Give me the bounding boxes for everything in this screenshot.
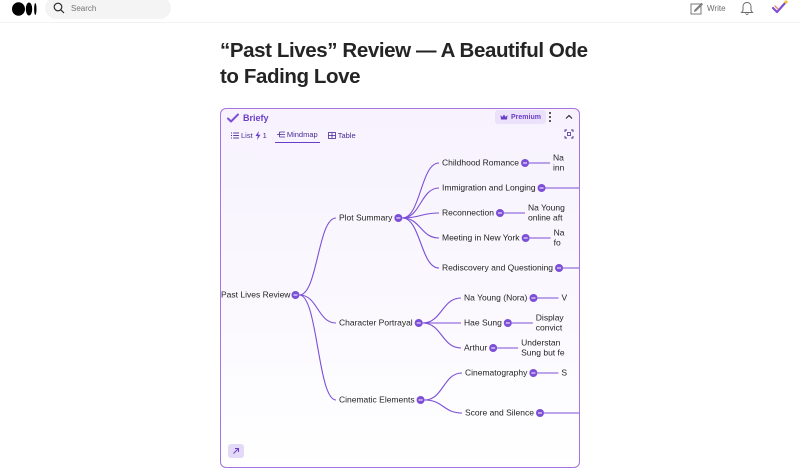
mindmap-leaf-node: Meeting in New York	[442, 232, 520, 242]
briefy-tabs: List 1 Mindmap Table	[221, 127, 579, 143]
mindmap-leaf-node: Reconnection	[442, 207, 494, 217]
tab-mindmap-label: Mindmap	[286, 130, 318, 139]
crown-icon	[500, 114, 508, 120]
briefy-brand: Briefy	[227, 113, 269, 123]
briefy-extension-icon[interactable]	[772, 0, 788, 14]
mindmap-leaf-node: Rediscovery and Questioning	[442, 262, 553, 272]
tab-list[interactable]: List 1	[229, 127, 269, 143]
briefy-brand-label: Briefy	[243, 112, 269, 123]
mindmap-detail-text: inn	[553, 162, 565, 172]
mindmap-leaf-node: Immigration and Longing	[442, 182, 536, 192]
table-icon	[327, 131, 336, 139]
write-icon	[690, 2, 703, 15]
tab-table-label: Table	[337, 130, 356, 140]
top-bar: Write	[0, 0, 800, 20]
mindmap-edge	[424, 399, 463, 414]
mindmap-branch-node: Cinematic Elements	[339, 394, 415, 404]
mindmap-detail-text: V	[561, 292, 567, 302]
mindmap-branch-node: Character Portrayal	[339, 317, 413, 327]
mindmap-detail-text: Na	[553, 152, 564, 162]
mindmap-edge	[422, 297, 462, 324]
mindmap-canvas: Past Lives Review Plot Summary Childhood R…	[221, 152, 579, 417]
mindmap-edge	[299, 217, 337, 296]
mindmap-icon	[276, 131, 285, 138]
mindmap-detail-text: Na	[554, 227, 565, 237]
list-icon	[231, 132, 239, 138]
header-divider	[0, 22, 800, 23]
mindmap-edge	[299, 294, 337, 401]
lightning-icon	[255, 130, 261, 140]
tab-table[interactable]: Table	[326, 127, 358, 143]
mindmap-edge	[402, 217, 440, 239]
write-button[interactable]: Write	[690, 2, 726, 15]
search-input[interactable]	[71, 3, 151, 13]
mindmap-leaf-node: Childhood Romance	[442, 157, 519, 167]
arrow-up-right-icon	[233, 448, 239, 454]
mindmap-root-node: Past Lives Review	[221, 289, 291, 299]
briefy-logo-icon	[227, 113, 239, 122]
expand-button[interactable]	[228, 444, 244, 458]
mindmap-detail-text: Na Young	[528, 202, 565, 212]
search-bar[interactable]	[45, 0, 171, 19]
mindmap-detail-text: fo	[554, 237, 561, 247]
mindmap-edge	[424, 372, 463, 401]
briefy-header: Briefy Premium	[221, 109, 579, 126]
mindmap-leaf-node: Cinematography	[465, 367, 528, 377]
mindmap-detail-text: Display	[536, 312, 565, 322]
mindmap-leaf-node: Na Young (Nora)	[464, 292, 527, 302]
mindmap-leaf-node: Hae Sung	[464, 317, 502, 327]
mindmap-edge	[402, 162, 440, 219]
notifications-bell-icon[interactable]	[740, 1, 754, 16]
mindmap-leaf-node: Arthur	[464, 342, 487, 352]
article-title: “Past Lives” Review — A Beautiful Ode to…	[220, 39, 588, 88]
mindmap-edge	[402, 217, 440, 269]
search-icon	[53, 2, 65, 14]
briefy-panel: Briefy Premium List 1 Mindmap Table Past…	[220, 108, 580, 468]
fit-view-icon[interactable]	[564, 129, 574, 139]
mindmap-edge	[422, 322, 462, 349]
mindmap-branch-node: Plot Summary	[339, 212, 393, 222]
medium-logo-icon[interactable]	[12, 2, 38, 16]
more-options-icon[interactable]	[547, 111, 553, 123]
tab-mindmap[interactable]: Mindmap	[274, 127, 320, 143]
mindmap-detail-text: convict	[536, 322, 563, 332]
mindmap-detail-text: Understan	[521, 337, 560, 347]
tab-list-label: List	[241, 130, 253, 140]
mindmap-detail-text: Sung but fe	[521, 347, 565, 357]
premium-badge[interactable]: Premium	[495, 110, 546, 124]
mindmap-detail-text: online aft	[528, 212, 563, 222]
mindmap-detail-text: S	[561, 367, 567, 377]
premium-label: Premium	[511, 113, 541, 121]
mindmap-leaf-node: Score and Silence	[465, 407, 534, 417]
chevron-up-icon[interactable]	[564, 112, 574, 122]
write-label: Write	[707, 4, 726, 13]
tab-list-badge: 1	[262, 130, 267, 140]
